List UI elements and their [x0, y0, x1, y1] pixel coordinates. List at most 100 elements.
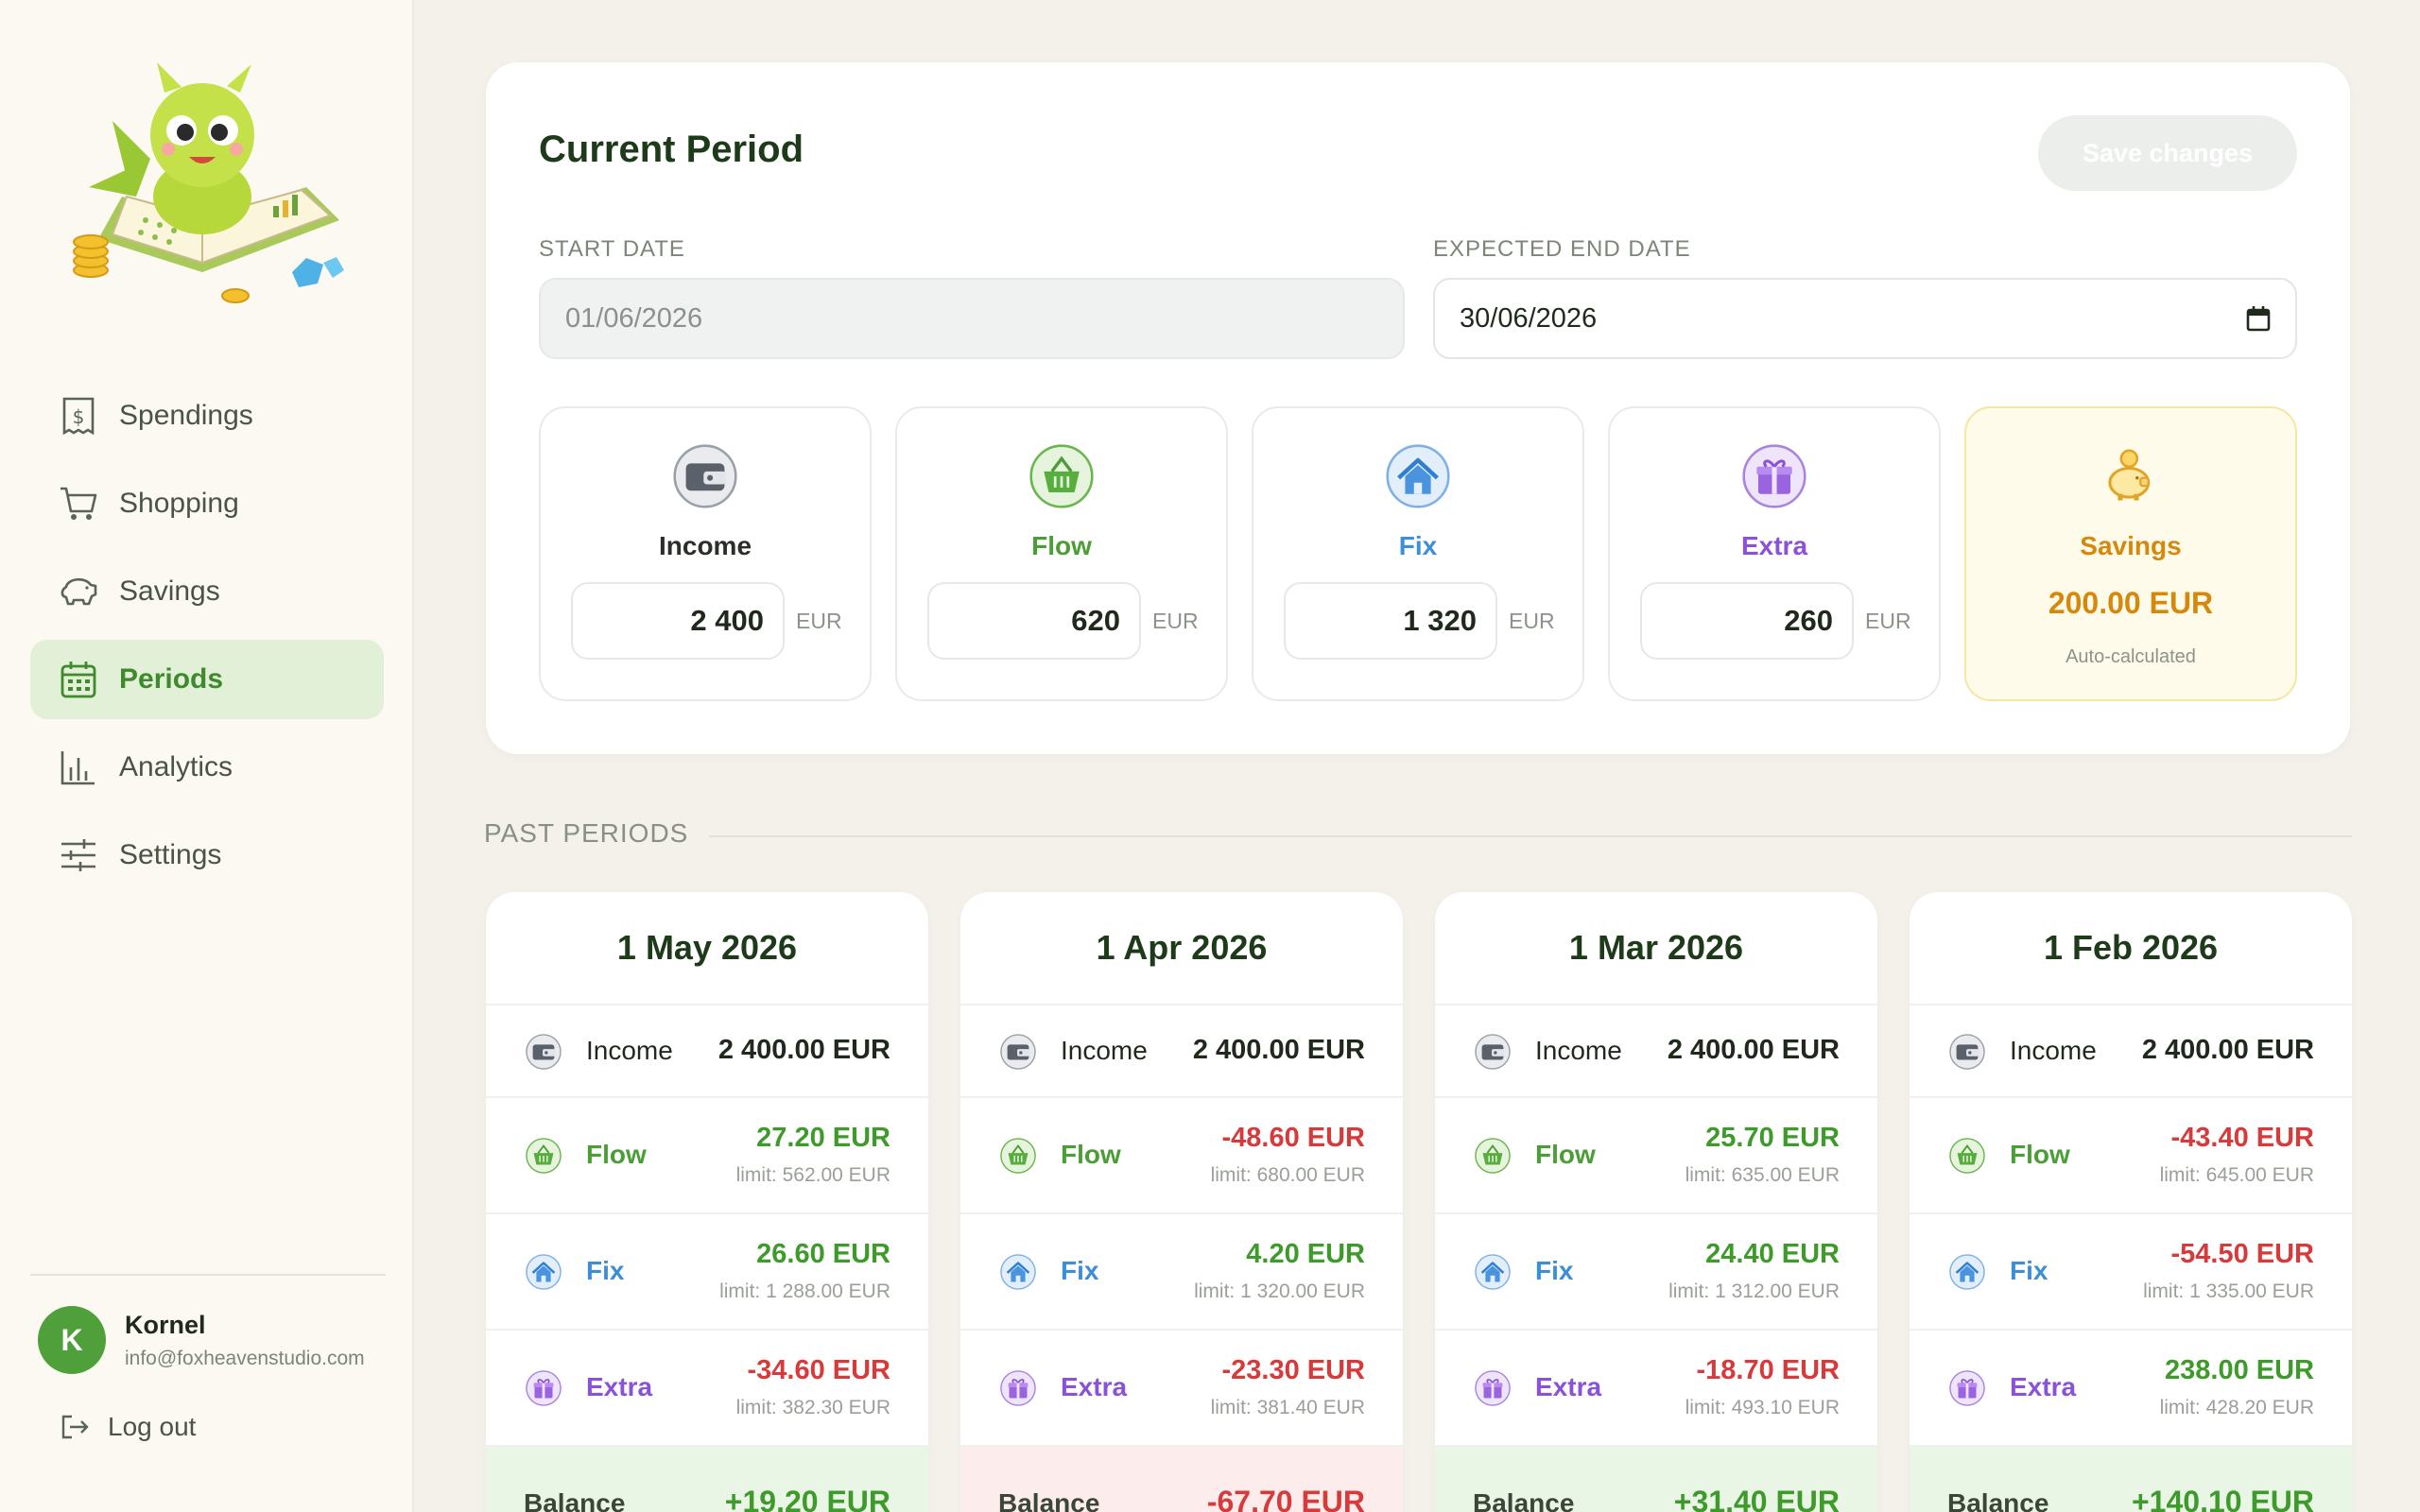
fix-amount: 4.20 EUR: [1246, 1239, 1365, 1269]
budget-label: Savings: [2080, 531, 2182, 560]
auto-calculated-note: Auto-calculated: [2066, 646, 2196, 667]
extra-amount: -18.70 EUR: [1696, 1355, 1840, 1385]
flow-row: Flow -43.40 EUR limit: 645.00 EUR: [1910, 1098, 2352, 1214]
row-label: Flow: [2010, 1140, 2070, 1169]
period-title: 1 Feb 2026: [1910, 892, 2352, 1005]
user-email: info@foxheavenstudio.com: [125, 1347, 365, 1369]
receipt-icon: $: [59, 396, 98, 436]
row-label: Fix: [1061, 1256, 1099, 1285]
logout-icon: [61, 1415, 89, 1439]
extra-amount: -23.30 EUR: [1221, 1355, 1365, 1385]
house-icon: [526, 1254, 562, 1290]
budget-extra: Extra 260 EUR: [1608, 406, 1941, 701]
income-amount: 2 400.00 EUR: [1667, 1035, 1840, 1065]
main-nav: $ Spendings Shopping Savings Periods Ana…: [30, 376, 384, 903]
income-amount: 2 400.00 EUR: [717, 1035, 890, 1065]
income-amount-input[interactable]: 2 400: [571, 582, 785, 660]
budget-label: Extra: [1740, 531, 1808, 560]
sidebar: $ Spendings Shopping Savings Periods Ana…: [0, 0, 414, 1512]
flow-amount: -48.60 EUR: [1221, 1123, 1365, 1153]
gift-icon: [1475, 1370, 1511, 1406]
basket-icon: [1949, 1138, 1985, 1174]
row-label: Fix: [1535, 1256, 1574, 1285]
calendar-picker-icon[interactable]: [2246, 305, 2271, 332]
flow-limit: limit: 635.00 EUR: [1685, 1164, 1840, 1186]
logout-button[interactable]: Log out: [59, 1412, 196, 1442]
dragon-mascot-logo: [73, 62, 344, 303]
flow-limit: limit: 562.00 EUR: [735, 1164, 890, 1186]
gift-icon: [1742, 444, 1806, 508]
income-row: Income 2 400.00 EUR: [486, 1005, 928, 1098]
user-profile: K Kornel info@foxheavenstudio.com: [38, 1306, 365, 1374]
period-card[interactable]: 1 Mar 2026 Income 2 400.00 EUR Flow 25.70 EU…: [1435, 892, 1877, 1512]
flow-row: Flow 27.20 EUR limit: 562.00 EUR: [486, 1098, 928, 1214]
flow-amount: 27.20 EUR: [756, 1123, 890, 1153]
nav-item-shopping[interactable]: Shopping: [30, 464, 384, 543]
fix-amount-input[interactable]: 1 320: [1284, 582, 1497, 660]
end-date-input[interactable]: 30/06/2026: [1433, 278, 2297, 359]
period-title: 1 May 2026: [486, 892, 928, 1005]
balance-row: Balance +19.20 EUR: [486, 1447, 928, 1512]
wallet-icon: [673, 444, 737, 508]
user-name: Kornel: [125, 1310, 206, 1339]
flow-limit: limit: 645.00 EUR: [2159, 1164, 2314, 1186]
budget-label: Income: [658, 531, 752, 560]
nav-item-analytics[interactable]: Analytics: [30, 728, 384, 807]
logout-label: Log out: [108, 1412, 197, 1441]
budget-flow: Flow 620 EUR: [895, 406, 1228, 701]
balance-label: Balance: [1947, 1488, 2049, 1512]
nav-label: Periods: [119, 663, 224, 695]
fix-limit: limit: 1 312.00 EUR: [1668, 1280, 1840, 1302]
house-icon: [1386, 444, 1450, 508]
period-card[interactable]: 1 Apr 2026 Income 2 400.00 EUR Flow -48.60 E…: [960, 892, 1403, 1512]
row-label: Fix: [586, 1256, 625, 1285]
budget-label: Fix: [1398, 531, 1438, 560]
row-label: Extra: [586, 1372, 653, 1401]
extra-row: Extra -23.30 EUR limit: 381.40 EUR: [960, 1331, 1403, 1447]
balance-row: Balance +140.10 EUR: [1910, 1447, 2352, 1512]
extra-row: Extra -18.70 EUR limit: 493.10 EUR: [1435, 1331, 1877, 1447]
fix-row: Fix 4.20 EUR limit: 1 320.00 EUR: [960, 1214, 1403, 1331]
row-label: Extra: [2010, 1372, 2077, 1401]
row-label: Flow: [1061, 1140, 1121, 1169]
balance-amount: +140.10 EUR: [2131, 1485, 2314, 1512]
period-card[interactable]: 1 May 2026 Income 2 400.00 EUR Flow 27.20 EU…: [486, 892, 928, 1512]
currency-unit: EUR: [1152, 609, 1199, 633]
nav-label: Settings: [119, 839, 222, 870]
flow-row: Flow 25.70 EUR limit: 635.00 EUR: [1435, 1098, 1877, 1214]
flow-amount-input[interactable]: 620: [927, 582, 1141, 660]
fix-limit: limit: 1 288.00 EUR: [719, 1280, 890, 1302]
nav-item-savings[interactable]: Savings: [30, 552, 384, 631]
avatar: K: [38, 1306, 106, 1374]
wallet-icon: [526, 1034, 562, 1070]
nav-item-settings[interactable]: Settings: [30, 816, 384, 895]
balance-label: Balance: [1473, 1488, 1575, 1512]
flow-row: Flow -48.60 EUR limit: 680.00 EUR: [960, 1098, 1403, 1214]
house-icon: [1949, 1254, 1985, 1290]
cart-icon: [59, 484, 98, 524]
income-row: Income 2 400.00 EUR: [1910, 1005, 2352, 1098]
balance-label: Balance: [524, 1488, 626, 1512]
budget-income: Income 2 400 EUR: [539, 406, 872, 701]
row-label: Income: [1535, 1036, 1622, 1065]
currency-unit: EUR: [1509, 609, 1555, 633]
period-card[interactable]: 1 Feb 2026 Income 2 400.00 EUR Flow -43.40 E…: [1910, 892, 2352, 1512]
row-label: Flow: [586, 1140, 647, 1169]
wallet-icon: [1000, 1034, 1036, 1070]
save-changes-button[interactable]: Save changes: [2038, 115, 2297, 191]
balance-amount: +31.40 EUR: [1673, 1485, 1840, 1512]
balance-row: Balance -67.70 EUR: [960, 1447, 1403, 1512]
extra-amount-input[interactable]: 260: [1640, 582, 1854, 660]
fix-amount: 26.60 EUR: [756, 1239, 890, 1269]
nav-label: Spendings: [119, 400, 253, 431]
nav-item-spendings[interactable]: $ Spendings: [30, 376, 384, 455]
row-label: Extra: [1535, 1372, 1602, 1401]
nav-item-periods[interactable]: Periods: [30, 640, 384, 719]
house-icon: [1475, 1254, 1511, 1290]
extra-row: Extra -34.60 EUR limit: 382.30 EUR: [486, 1331, 928, 1447]
svg-text:$: $: [73, 405, 85, 428]
wallet-icon: [1475, 1034, 1511, 1070]
piggy-bank-icon: [59, 572, 98, 611]
start-date-value: 01/06/2026: [565, 302, 703, 334]
start-date-label: START DATE: [539, 236, 685, 262]
